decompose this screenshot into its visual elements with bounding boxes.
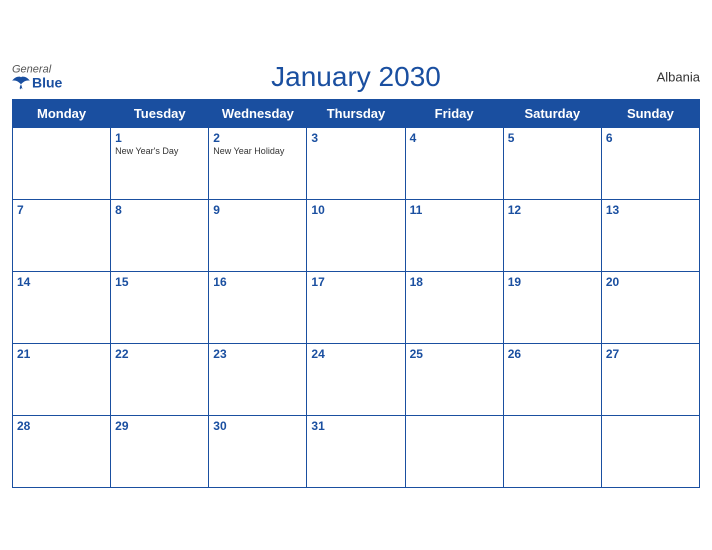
day-number: 27	[606, 347, 695, 361]
calendar-cell: 31	[307, 415, 405, 487]
day-number: 4	[410, 131, 499, 145]
weekday-header-row: MondayTuesdayWednesdayThursdayFridaySatu…	[13, 99, 700, 127]
calendar-cell: 26	[503, 343, 601, 415]
calendar-cell: 6	[601, 127, 699, 199]
calendar-cell: 29	[111, 415, 209, 487]
calendar-cell: 23	[209, 343, 307, 415]
day-number: 3	[311, 131, 400, 145]
day-number: 14	[17, 275, 106, 289]
calendar-cell: 10	[307, 199, 405, 271]
holiday-label: New Year Holiday	[213, 146, 302, 157]
calendar-cell: 9	[209, 199, 307, 271]
calendar-wrapper: General Blue January 2030 Albania Monday…	[0, 51, 712, 500]
calendar-cell: 24	[307, 343, 405, 415]
day-number: 7	[17, 203, 106, 217]
day-number: 16	[213, 275, 302, 289]
calendar-cell: 12	[503, 199, 601, 271]
calendar-cell: 14	[13, 271, 111, 343]
calendar-cell: 17	[307, 271, 405, 343]
day-number: 28	[17, 419, 106, 433]
calendar-week-row: 1New Year's Day2New Year Holiday3456	[13, 127, 700, 199]
calendar-cell: 25	[405, 343, 503, 415]
country-label: Albania	[657, 69, 700, 84]
calendar-cell	[405, 415, 503, 487]
day-number: 8	[115, 203, 204, 217]
calendar-cell: 28	[13, 415, 111, 487]
calendar-cell: 19	[503, 271, 601, 343]
logo: General Blue	[12, 64, 62, 89]
day-number: 29	[115, 419, 204, 433]
day-number: 26	[508, 347, 597, 361]
day-number: 9	[213, 203, 302, 217]
day-number: 11	[410, 203, 499, 217]
weekday-header-monday: Monday	[13, 99, 111, 127]
day-number: 6	[606, 131, 695, 145]
day-number: 1	[115, 131, 204, 145]
day-number: 24	[311, 347, 400, 361]
calendar-cell: 13	[601, 199, 699, 271]
day-number: 23	[213, 347, 302, 361]
calendar-cell: 22	[111, 343, 209, 415]
weekday-header-thursday: Thursday	[307, 99, 405, 127]
calendar-cell	[13, 127, 111, 199]
day-number: 5	[508, 131, 597, 145]
calendar-cell	[601, 415, 699, 487]
calendar-cell: 11	[405, 199, 503, 271]
calendar-cell: 21	[13, 343, 111, 415]
calendar-cell: 1New Year's Day	[111, 127, 209, 199]
day-number: 10	[311, 203, 400, 217]
weekday-header-saturday: Saturday	[503, 99, 601, 127]
day-number: 17	[311, 275, 400, 289]
calendar-cell: 15	[111, 271, 209, 343]
calendar-week-row: 28 29 30 31	[13, 415, 700, 487]
calendar-cell: 8	[111, 199, 209, 271]
day-number: 19	[508, 275, 597, 289]
day-number: 31	[311, 419, 400, 433]
calendar-cell	[503, 415, 601, 487]
calendar-cell: 16	[209, 271, 307, 343]
holiday-label: New Year's Day	[115, 146, 204, 157]
calendar-cell: 3	[307, 127, 405, 199]
calendar-header: General Blue January 2030 Albania	[12, 61, 700, 93]
weekday-header-wednesday: Wednesday	[209, 99, 307, 127]
calendar-cell: 18	[405, 271, 503, 343]
weekday-header-friday: Friday	[405, 99, 503, 127]
day-number: 13	[606, 203, 695, 217]
calendar-title: January 2030	[271, 61, 441, 93]
calendar-cell: 7	[13, 199, 111, 271]
weekday-header-tuesday: Tuesday	[111, 99, 209, 127]
calendar-cell: 2New Year Holiday	[209, 127, 307, 199]
day-number: 12	[508, 203, 597, 217]
day-number: 15	[115, 275, 204, 289]
calendar-cell: 20	[601, 271, 699, 343]
day-number: 2	[213, 131, 302, 145]
calendar-week-row: 789 10 11 12 13	[13, 199, 700, 271]
day-number: 20	[606, 275, 695, 289]
calendar-cell: 30	[209, 415, 307, 487]
day-number: 21	[17, 347, 106, 361]
calendar-cell: 5	[503, 127, 601, 199]
logo-bird-icon	[12, 75, 30, 89]
calendar-cell: 4	[405, 127, 503, 199]
day-number: 25	[410, 347, 499, 361]
calendar-table: MondayTuesdayWednesdayThursdayFridaySatu…	[12, 99, 700, 488]
logo-blue: Blue	[12, 75, 62, 89]
day-number: 18	[410, 275, 499, 289]
calendar-cell: 27	[601, 343, 699, 415]
calendar-week-row: 14 15 16 17 18 19 20	[13, 271, 700, 343]
calendar-week-row: 21 22 23 24 25 26 27	[13, 343, 700, 415]
day-number: 30	[213, 419, 302, 433]
day-number: 22	[115, 347, 204, 361]
weekday-header-sunday: Sunday	[601, 99, 699, 127]
